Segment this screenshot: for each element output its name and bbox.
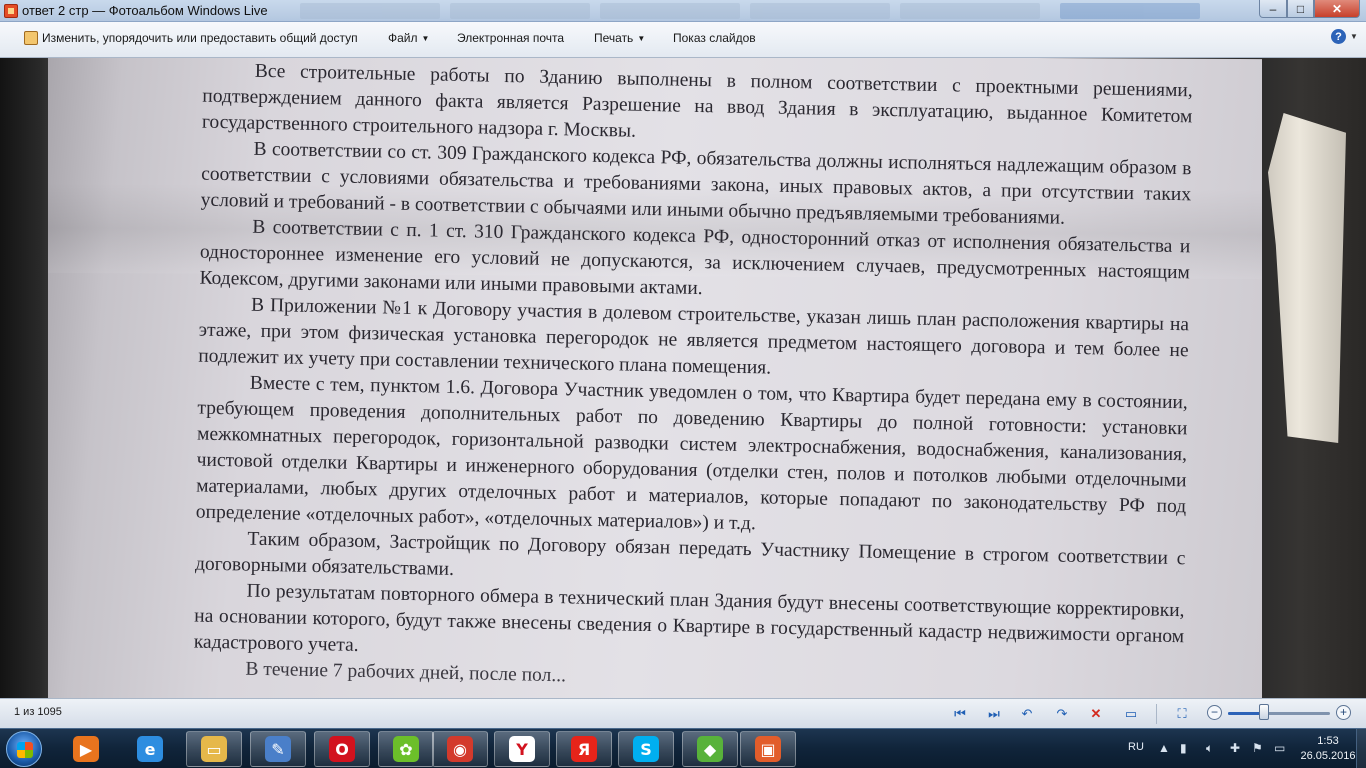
help-icon[interactable]: ? (1331, 29, 1346, 44)
clock-date: 26.05.2016 (1300, 750, 1356, 762)
chevron-down-icon: ▼ (421, 33, 430, 43)
flag-icon[interactable]: ⚑ (1252, 741, 1263, 755)
network-signal-icon[interactable]: ▮ (1180, 741, 1187, 755)
bluestacks-icon: ◆ (697, 736, 723, 762)
background-window-tab (900, 3, 1040, 19)
actual-size-icon[interactable]: ⛶ (1173, 705, 1191, 723)
share-icon (24, 31, 38, 45)
yandex-browser-icon: Y (509, 736, 535, 762)
show-desktop-button[interactable] (1356, 729, 1366, 768)
maximize-button[interactable]: □ (1287, 0, 1314, 18)
print-menu-label: Печать (594, 31, 634, 45)
photo-counter: 1 из 1095 (14, 706, 62, 718)
chevron-down-icon[interactable]: ▼ (1350, 32, 1358, 41)
opera-icon: O (329, 736, 355, 762)
taskbar-app-button[interactable]: ▣ (740, 731, 796, 767)
clock-time: 1:53 (1317, 735, 1339, 747)
taskbar-app-button[interactable]: ▶ (58, 731, 114, 767)
taskbar: ▶ e ▭ ✎ O ✿ ◉ Y Я S ◆ ▣ RU ▲ ▮ 🔈︎ ✚ ⚑ ▭ 1:53 26.05.… (0, 728, 1366, 768)
tray-app-icon[interactable]: ✚ (1230, 741, 1240, 755)
next-photo-icon[interactable]: ⏭ (985, 705, 1003, 723)
email-button[interactable]: Электронная почта (457, 31, 564, 45)
file-menu-button[interactable]: Файл ▼ (388, 31, 429, 45)
zoom-out-icon[interactable]: − (1207, 705, 1222, 720)
document-paragraph: Вместе с тем, пунктом 1.6. Договора Учас… (195, 372, 1188, 535)
paint-icon: ✎ (265, 736, 291, 762)
background-window-tab (600, 3, 740, 19)
taskbar-app-button[interactable]: ◉ (432, 731, 488, 767)
yandex-icon: Я (571, 736, 597, 762)
language-indicator[interactable]: RU (1128, 741, 1144, 753)
share-menu-button[interactable]: Изменить, упорядочить или предоставить о… (24, 31, 358, 45)
window-title: ответ 2 стр — Фотоальбом Windows Live (22, 3, 268, 18)
clock[interactable]: 1:53 26.05.2016 (1296, 734, 1360, 764)
start-button[interactable] (6, 731, 42, 767)
background-window-tab (1060, 3, 1200, 19)
zoom-slider[interactable] (1228, 712, 1330, 715)
background-window-tab (450, 3, 590, 19)
taskbar-app-button[interactable]: e (122, 731, 178, 767)
browser-frog-icon: ✿ (393, 736, 419, 762)
file-explorer-icon: ▭ (201, 736, 227, 762)
previous-photo-icon[interactable]: ⏮ (951, 705, 969, 723)
taskbar-app-button[interactable]: S (618, 731, 674, 767)
slideshow-label: Показ слайдов (673, 31, 756, 45)
taskbar-app-button[interactable]: ✿ (378, 731, 434, 767)
close-button[interactable]: ✕ (1314, 0, 1360, 18)
skype-icon: S (633, 736, 659, 762)
title-bar: ответ 2 стр — Фотоальбом Windows Live – … (0, 0, 1366, 22)
minimize-button[interactable]: – (1259, 0, 1287, 18)
rotate-right-icon[interactable]: ↷ (1053, 705, 1071, 723)
background-window-tab (750, 3, 890, 19)
photo-gallery-app-icon[interactable] (4, 4, 18, 18)
control-separator (1156, 704, 1157, 724)
photo-gallery-icon: ▣ (755, 736, 781, 762)
background-windows-strip (300, 2, 1240, 20)
taskbar-app-button[interactable]: ◆ (682, 731, 738, 767)
rotate-left-icon[interactable]: ↶ (1018, 705, 1036, 723)
share-menu-label: Изменить, упорядочить или предоставить о… (42, 31, 358, 45)
media-player-icon: ▶ (73, 736, 99, 762)
zoom-in-icon[interactable]: + (1336, 705, 1351, 720)
taskbar-app-button[interactable]: O (314, 731, 370, 767)
print-menu-button[interactable]: Печать ▼ (594, 31, 645, 45)
email-label: Электронная почта (457, 31, 565, 45)
document-sheet: Все строительные работы по Зданию выполн… (48, 58, 1262, 698)
delete-icon[interactable]: ✕ (1087, 705, 1105, 723)
slideshow-button[interactable]: Показ слайдов (673, 31, 756, 45)
internet-explorer-icon: e (137, 736, 163, 762)
chevron-down-icon: ▼ (637, 33, 646, 43)
system-tray: RU ▲ ▮ 🔈︎ ✚ ⚑ ▭ 1:53 26.05.2016 (1120, 729, 1366, 768)
taskbar-app-button[interactable]: Y (494, 731, 550, 767)
taskbar-app-button[interactable]: ✎ (250, 731, 306, 767)
file-menu-label: Файл (388, 31, 418, 45)
volume-icon[interactable]: 🔈︎ (1206, 741, 1213, 756)
background-window-tab (300, 3, 440, 19)
document-text: Все строительные работы по Зданию выполн… (193, 58, 1193, 698)
battery-icon[interactable]: ▭ (1274, 741, 1285, 755)
taskbar-app-button[interactable]: Я (556, 731, 612, 767)
show-hidden-icons-icon[interactable]: ▲ (1158, 741, 1170, 755)
chrome-icon: ◉ (447, 736, 473, 762)
photo-viewer: Все строительные работы по Зданию выполн… (0, 58, 1366, 698)
command-toolbar: Изменить, упорядочить или предоставить о… (0, 22, 1366, 58)
zoom-slider-thumb[interactable] (1259, 704, 1269, 720)
photo-info-icon[interactable]: ▭ (1122, 705, 1140, 723)
viewer-control-bar: 1 из 1095 ⏮ ⏭ ↶ ↷ ✕ ▭ ⛶ − + (0, 698, 1366, 728)
taskbar-app-button[interactable]: ▭ (186, 731, 242, 767)
